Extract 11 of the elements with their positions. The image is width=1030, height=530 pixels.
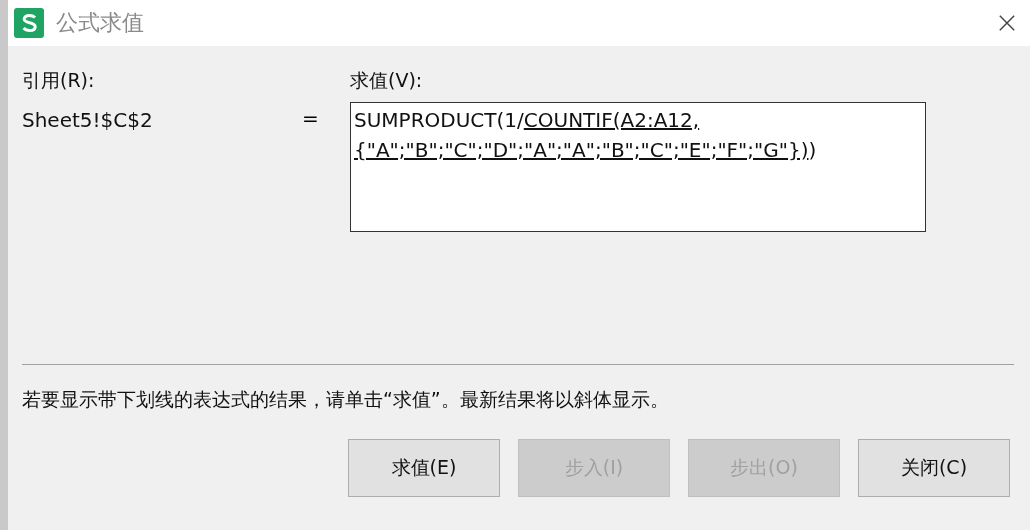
- evaluation-label: 求值(V):: [350, 68, 424, 93]
- reference-label: 引用(R):: [22, 68, 96, 93]
- app-logo-icon: [14, 8, 44, 38]
- reference-value: Sheet5!$C$2: [22, 108, 154, 132]
- close-icon[interactable]: [998, 14, 1016, 32]
- dialog-button[interactable]: 关闭(C): [858, 439, 1010, 497]
- hint-text: 若要显示带下划线的表达式的结果，请单击“求值”。最新结果将以斜体显示。: [22, 387, 669, 412]
- evaluation-field[interactable]: SUMPRODUCT(1/COUNTIF(A2:A12,{"A";"B";"C";"D";"A";"A";"B";"C";"E";"F";"G"})): [350, 102, 926, 232]
- equals-sign: =: [302, 106, 320, 132]
- dialog-button[interactable]: 求值(E): [348, 439, 500, 497]
- window-title: 公式求值: [56, 9, 145, 37]
